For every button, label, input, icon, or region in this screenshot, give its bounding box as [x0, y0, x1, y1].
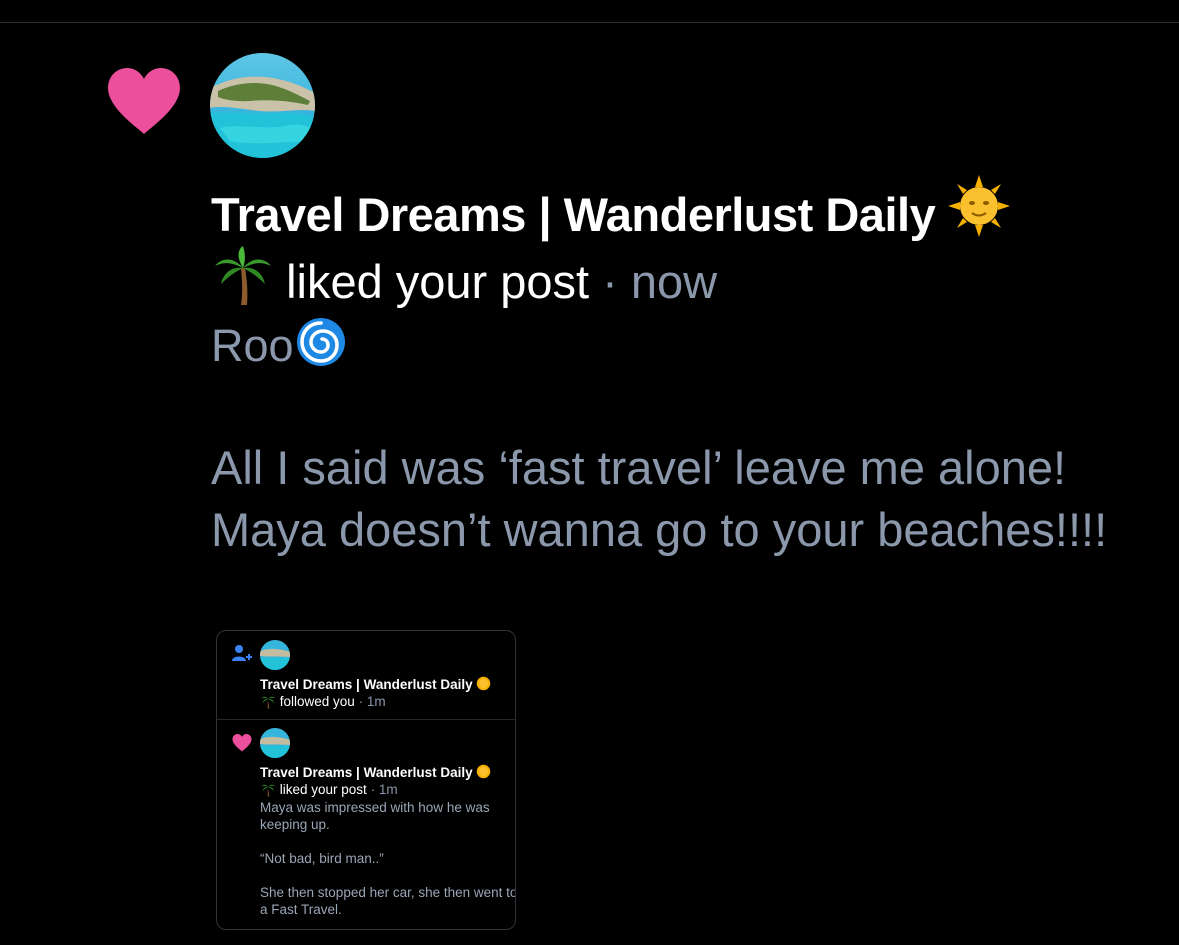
embedded-post-text: Maya was impressed with how he was keepi…	[260, 799, 516, 918]
embedded-account-name-line: Travel Dreams | Wanderlust Daily	[260, 676, 491, 692]
embedded-post-paragraph: She then stopped her car, she then went …	[260, 885, 516, 917]
embedded-account-name-line: Travel Dreams | Wanderlust Daily	[260, 764, 491, 780]
post-author: Roo	[211, 320, 294, 371]
embedded-action-text: liked your post	[279, 782, 367, 797]
sun-icon	[947, 175, 1010, 237]
avatar	[260, 640, 290, 670]
post-author-line: Roo	[211, 313, 1151, 379]
embedded-timestamp: 1m	[378, 782, 398, 797]
embedded-separator: ·	[370, 782, 376, 797]
embedded-action-line: followed you · 1m	[260, 693, 386, 709]
palm-tree-icon	[261, 784, 276, 797]
embedded-action-text: followed you	[279, 694, 355, 709]
heart-icon	[108, 68, 180, 134]
embedded-post-paragraph: Maya was impressed with how he was keepi…	[260, 800, 490, 832]
avatar[interactable]	[210, 53, 315, 158]
embedded-action-line: liked your post · 1m	[260, 781, 398, 797]
account-name-line: Travel Dreams | Wanderlust Daily	[211, 175, 1151, 246]
separator: ·	[602, 255, 618, 308]
embedded-screenshot[interactable]: Travel Dreams | Wanderlust Daily followe…	[216, 630, 516, 930]
embedded-account-name: Travel Dreams | Wanderlust Daily	[260, 765, 473, 780]
heart-icon	[232, 734, 252, 752]
post-text: All I said was ‘fast travel’ leave me al…	[211, 441, 1108, 556]
palm-tree-icon	[261, 696, 276, 709]
follow-user-icon	[232, 645, 252, 661]
account-name[interactable]: Travel Dreams | Wanderlust Daily	[211, 188, 936, 241]
palm-tree-icon	[215, 246, 271, 305]
embedded-notification-follow: Travel Dreams | Wanderlust Daily followe…	[217, 631, 515, 720]
embedded-post-paragraph: “Not bad, bird man..”	[260, 851, 384, 866]
embedded-timestamp: 1m	[366, 694, 386, 709]
top-divider	[0, 22, 1179, 23]
notification-content[interactable]: Travel Dreams | Wanderlust Daily liked y…	[211, 175, 1151, 561]
embedded-separator: ·	[358, 694, 364, 709]
action-line: liked your post · now	[211, 246, 1151, 313]
sun-icon	[477, 764, 491, 779]
avatar	[260, 728, 290, 758]
action-text: liked your post	[286, 255, 590, 308]
cyclone-icon	[296, 318, 345, 366]
embedded-account-name: Travel Dreams | Wanderlust Daily	[260, 677, 473, 692]
timestamp: now	[630, 255, 718, 308]
embedded-notification-like: Travel Dreams | Wanderlust Daily liked y…	[217, 720, 515, 929]
sun-icon	[477, 676, 491, 691]
